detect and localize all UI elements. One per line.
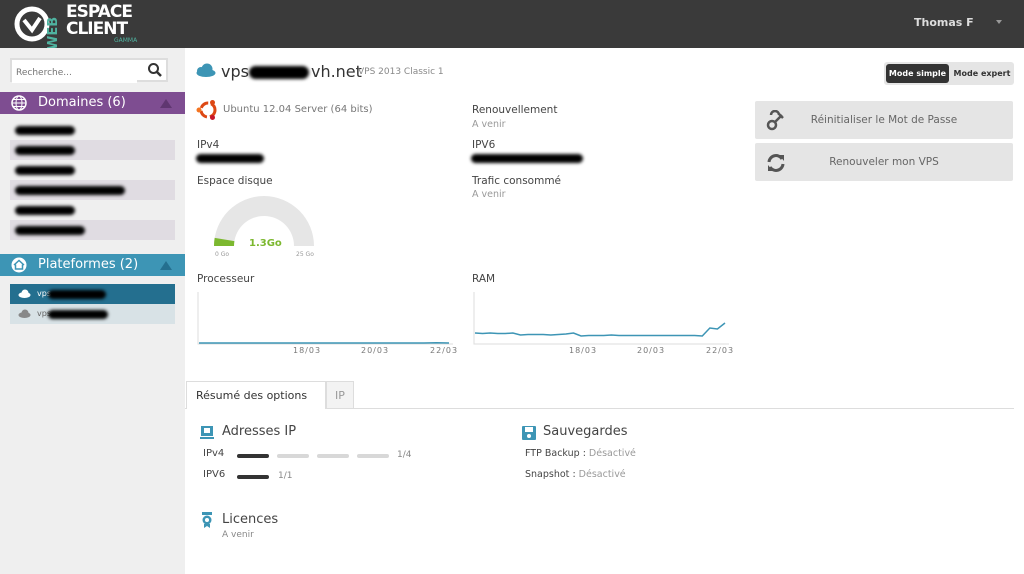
domain-item[interactable] xyxy=(10,160,175,180)
domain-item[interactable] xyxy=(10,200,175,220)
snapshot-row: Snapshot : Désactivé xyxy=(525,469,626,480)
home-icon xyxy=(11,257,27,273)
licences-value: A venir xyxy=(222,530,254,540)
logo[interactable]: WEB ESPACE CLIENT GAMMA xyxy=(14,2,144,50)
refresh-icon xyxy=(767,154,785,172)
cpu-chart xyxy=(197,292,453,345)
tab-label: IP xyxy=(335,389,345,402)
mode-expert-button[interactable]: Mode expert xyxy=(951,64,1013,83)
sidebar: Domaines (6) Plateformes (2) vps vps xyxy=(0,48,185,574)
domain-item[interactable] xyxy=(10,180,175,200)
domains-title: Domaines (6) xyxy=(38,95,126,110)
title-suffix: vh.net xyxy=(310,62,362,81)
snapshot-label: Snapshot xyxy=(525,469,570,480)
reset-password-label: Réinitialiser le Mot de Passe xyxy=(810,114,958,126)
snapshot-value: Désactivé xyxy=(578,469,626,480)
cloud-icon xyxy=(196,63,216,77)
platforms-title: Plateformes (2) xyxy=(38,257,139,272)
logo-sub: GAMMA xyxy=(114,37,138,44)
disk-min: 0 Go xyxy=(215,251,230,258)
logo-icon xyxy=(14,6,50,42)
ftp-backup-row: FTP Backup : Désactivé xyxy=(525,448,636,459)
disk-value: 1.3Go xyxy=(249,238,282,249)
ipv4-label: IPv4 xyxy=(197,139,220,151)
vps-plan: VPS 2013 Classic 1 xyxy=(358,67,444,77)
title-prefix: vps xyxy=(221,62,249,81)
ram-chart xyxy=(473,292,729,345)
tab-label: Résumé des options xyxy=(196,389,308,402)
ipv4-option-label: IPv4 xyxy=(203,448,225,459)
user-menu[interactable]: Thomas F xyxy=(914,16,1002,29)
disk-max: 25 Go xyxy=(296,251,314,258)
ip-usage-bar xyxy=(237,475,269,479)
search-input[interactable] xyxy=(12,63,137,83)
renewal-value: A venir xyxy=(472,119,506,130)
backups-section-title: Sauvegardes xyxy=(543,424,628,439)
ftp-backup-label: FTP Backup xyxy=(525,448,580,459)
ip-section-title: Adresses IP xyxy=(222,424,297,439)
globe-icon xyxy=(11,95,27,111)
collapse-icon[interactable] xyxy=(160,99,172,108)
x-tick-label: 22/03 xyxy=(706,346,735,355)
platform-item-active[interactable]: vps xyxy=(10,284,175,304)
key-icon xyxy=(766,110,784,131)
renewal-label: Renouvellement xyxy=(472,104,558,116)
x-tick-label: 18/03 xyxy=(569,346,598,355)
tab-ip[interactable]: IP xyxy=(326,381,354,408)
traffic-label: Trafic consommé xyxy=(472,175,562,187)
os-name: Ubuntu 12.04 Server (64 bits) xyxy=(223,104,373,115)
search-box[interactable] xyxy=(10,58,168,83)
cloud-icon xyxy=(18,289,31,298)
ip-address-icon xyxy=(200,426,214,439)
platforms-header[interactable]: Plateformes (2) xyxy=(0,254,185,276)
mode-toggle: Mode simple Mode expert xyxy=(884,62,1014,85)
ipv6-option-label: IPV6 xyxy=(203,469,226,480)
chevron-down-icon xyxy=(996,20,1002,24)
ip-usage-bar xyxy=(357,454,389,458)
domain-item[interactable] xyxy=(10,220,175,240)
ipv4-value-redacted xyxy=(196,154,264,163)
domains-header[interactable]: Domaines (6) xyxy=(0,92,185,114)
x-tick-label: 22/03 xyxy=(430,346,459,355)
domain-item[interactable] xyxy=(10,140,175,160)
cloud-icon xyxy=(18,309,31,318)
backup-icon xyxy=(522,426,536,440)
ftp-backup-value: Désactivé xyxy=(588,448,636,459)
tab-resume[interactable]: Résumé des options xyxy=(186,381,326,409)
platform-item[interactable]: vps xyxy=(10,304,175,324)
renew-vps-button[interactable]: Renouveler mon VPS xyxy=(755,143,1013,181)
ipv6-label: IPV6 xyxy=(472,139,496,151)
ubuntu-icon xyxy=(196,100,217,120)
user-name: Thomas F xyxy=(914,16,974,29)
ram-chart-title: RAM xyxy=(472,273,496,285)
traffic-value: A venir xyxy=(472,189,506,200)
top-bar: WEB ESPACE CLIENT GAMMA Thomas F xyxy=(0,0,1024,50)
licences-title: Licences xyxy=(222,512,279,527)
logo-line2: CLIENT xyxy=(66,19,128,39)
disk-label: Espace disque xyxy=(197,175,273,187)
chart-axis xyxy=(197,292,453,345)
ip-usage-bar xyxy=(237,454,269,458)
ip-usage-bar xyxy=(277,454,309,458)
vps-title: vps vh.net xyxy=(221,62,362,81)
ipv4-usage: 1/4 xyxy=(397,450,412,460)
x-tick-label: 20/03 xyxy=(637,346,666,355)
licence-icon xyxy=(202,512,212,528)
mode-simple-button[interactable]: Mode simple xyxy=(886,64,949,83)
collapse-icon[interactable] xyxy=(160,261,172,270)
cpu-chart-title: Processeur xyxy=(197,273,255,285)
reset-password-button[interactable]: Réinitialiser le Mot de Passe xyxy=(755,101,1013,139)
search-icon[interactable] xyxy=(147,62,163,78)
logo-web: WEB xyxy=(46,16,61,50)
renew-vps-label: Renouveler mon VPS xyxy=(829,156,939,168)
x-tick-label: 18/03 xyxy=(293,346,322,355)
ipv6-usage: 1/1 xyxy=(278,471,293,481)
ip-usage-bar xyxy=(317,454,349,458)
chart-series-line xyxy=(474,322,726,337)
domain-item[interactable] xyxy=(10,120,175,140)
ipv6-value-redacted xyxy=(471,154,583,163)
x-tick-label: 20/03 xyxy=(361,346,390,355)
